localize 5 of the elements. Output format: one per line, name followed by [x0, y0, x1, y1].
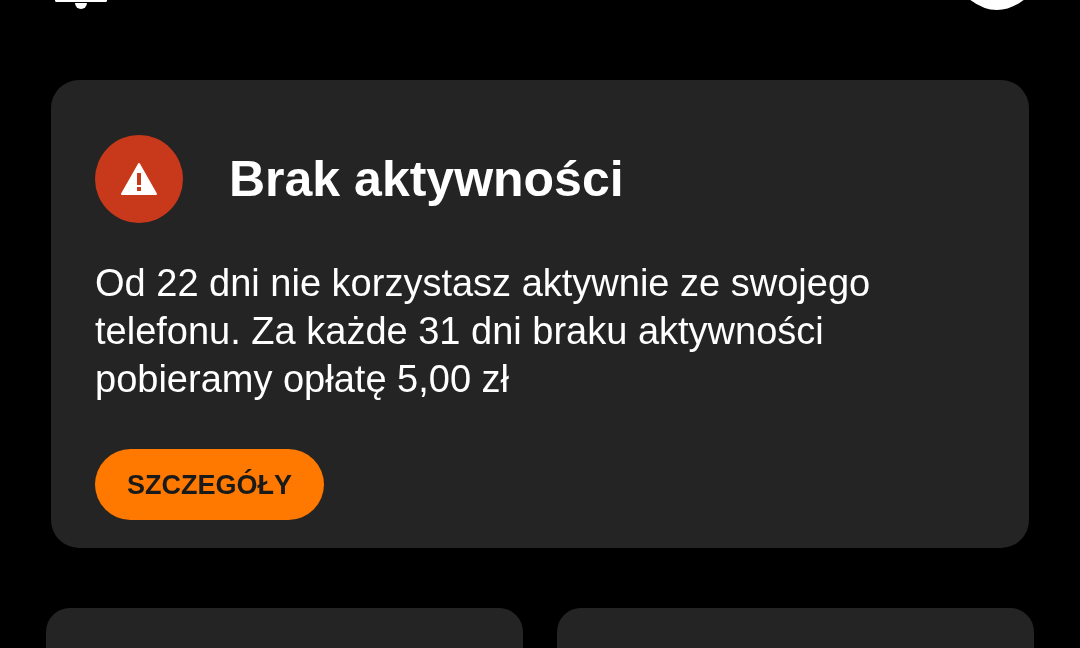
alert-message: Od 22 dni nie korzystasz aktywnie ze swojego telefonu. Za każde 31 dni braku aktywności pobieramy opłatę 5,00 zł: [95, 261, 872, 403]
avatar-icon[interactable]: [969, 0, 1025, 12]
alert-title: Brak aktywności: [229, 154, 624, 205]
bell-icon[interactable]: [55, 0, 107, 12]
details-button[interactable]: SZCZEGÓŁY: [95, 449, 324, 521]
